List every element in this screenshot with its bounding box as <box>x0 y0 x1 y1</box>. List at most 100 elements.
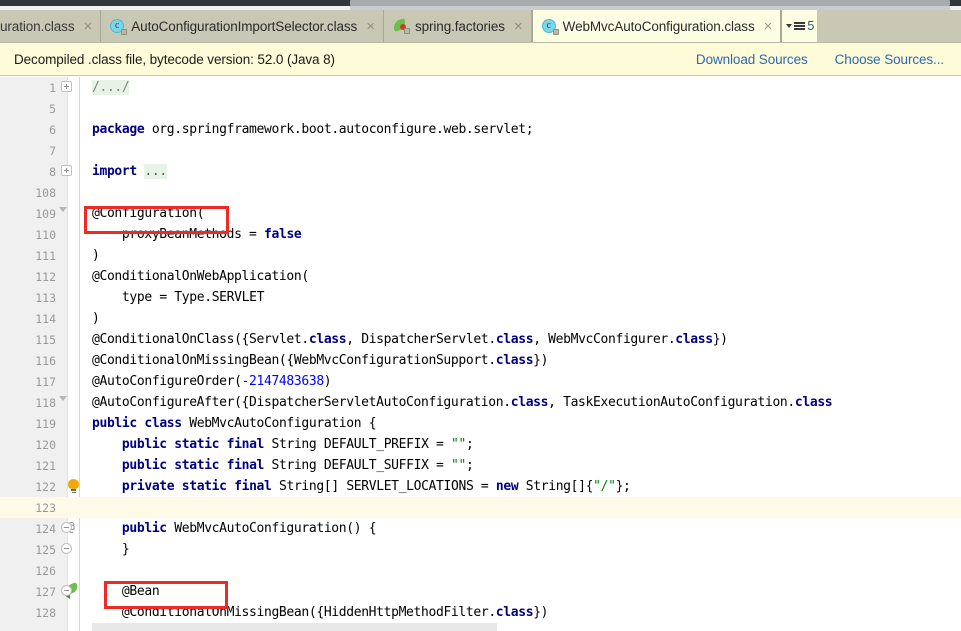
gutter-icon-slot[interactable] <box>56 224 92 245</box>
code-line[interactable]: 5 <box>0 98 961 119</box>
fold-collapse-icon[interactable] <box>61 585 72 596</box>
code-text[interactable]: @AutoConfigureAfter({DispatcherServletAu… <box>92 395 833 410</box>
gutter-icon-slot[interactable] <box>56 602 92 623</box>
code-line[interactable]: 111) <box>0 245 961 266</box>
close-icon[interactable]: × <box>365 19 376 34</box>
code-line[interactable]: 116 @ConditionalOnMissingBean({WebMvcConf… <box>0 350 961 371</box>
fold-expand-icon[interactable] <box>61 165 72 176</box>
code-line[interactable]: 122 private static final String[] SERVLE… <box>0 476 961 497</box>
code-line[interactable]: 121 public static final String DEFAULT_S… <box>0 455 961 476</box>
fold-collapse-icon[interactable] <box>61 522 72 533</box>
code-line[interactable]: 115 @ConditionalOnClass({Servlet.class, D… <box>0 329 961 350</box>
code-text[interactable]: public class WebMvcAutoConfiguration { <box>92 416 377 431</box>
code-line[interactable]: 117 @AutoConfigureOrder(-2147483638) <box>0 371 961 392</box>
line-number: 110 <box>35 227 56 242</box>
gutter-icon-slot[interactable] <box>56 329 92 350</box>
fold-expand-icon[interactable] <box>61 81 72 92</box>
gutter-icon-slot[interactable] <box>56 350 92 371</box>
download-sources-link[interactable]: Download Sources <box>696 52 808 67</box>
gutter-icon-slot[interactable] <box>56 287 92 308</box>
code-editor[interactable]: 1 /.../ 5 6 package org.springframework.boot… <box>0 77 961 631</box>
gutter-icon-slot[interactable] <box>56 392 92 413</box>
code-text[interactable]: import ... <box>92 164 167 179</box>
close-icon[interactable]: × <box>763 19 774 34</box>
gutter-icon-slot[interactable] <box>56 140 92 161</box>
gutter-icon-slot[interactable] <box>56 455 92 476</box>
code-text[interactable]: @AutoConfigureOrder(-2147483638) <box>92 374 332 389</box>
code-line[interactable]: 128 @ConditionalOnMissingBean({HiddenHtt… <box>0 602 961 623</box>
code-line[interactable]: 118 @AutoConfigureAfter({DispatcherServle… <box>0 392 961 413</box>
code-text[interactable]: @ConditionalOnMissingBean({WebMvcConfigu… <box>92 353 549 368</box>
code-line[interactable]: 7 <box>0 140 961 161</box>
editor-tab-webmvcautoconfiguration[interactable]: c WebMvcAutoConfiguration.class × <box>531 10 782 42</box>
close-icon[interactable]: × <box>513 19 524 34</box>
gutter-icon-slot[interactable] <box>56 245 92 266</box>
code-line[interactable]: 124@ public WebMvcAutoConfiguration() { <box>0 518 961 539</box>
code-text[interactable]: @Bean <box>92 584 160 599</box>
line-number: 109 <box>35 206 56 221</box>
code-line[interactable]: 8 import ... <box>0 161 961 182</box>
editor-tab-autoconfigurationimportselector[interactable]: c AutoConfigurationImportSelector.class … <box>101 10 384 42</box>
code-text[interactable]: @ConditionalOnClass({Servlet.class, Disp… <box>92 332 728 347</box>
gutter-icon-slot[interactable] <box>56 413 92 434</box>
code-text[interactable]: package org.springframework.boot.autocon… <box>92 122 534 137</box>
code-text[interactable]: @ConditionalOnWebApplication( <box>92 269 309 284</box>
fold-collapse-icon[interactable] <box>61 543 72 554</box>
code-text[interactable]: } <box>92 542 130 557</box>
code-line[interactable]: 6 package org.springframework.boot.autoco… <box>0 119 961 140</box>
code-line[interactable]: 126 <box>0 560 961 581</box>
code-line[interactable]: 1 /.../ <box>0 77 961 98</box>
code-line[interactable]: 113 type = Type.SERVLET <box>0 287 961 308</box>
code-line[interactable]: 108 <box>0 182 961 203</box>
code-line[interactable]: 120 public static final String DEFAULT_P… <box>0 434 961 455</box>
fold-collapse-icon[interactable] <box>59 207 67 212</box>
bulb-icon[interactable] <box>68 479 79 494</box>
code-text[interactable]: type = Type.SERVLET <box>92 290 264 305</box>
line-number: 111 <box>35 248 56 263</box>
code-text[interactable]: public static final String DEFAULT_PREFI… <box>92 437 474 452</box>
code-line[interactable]: 112 @ConditionalOnWebApplication( <box>0 266 961 287</box>
gutter-icon-slot[interactable] <box>56 560 92 581</box>
gutter-icon-slot[interactable] <box>56 539 92 560</box>
code-text[interactable]: @Configuration( <box>92 206 205 221</box>
gutter-icon-slot[interactable] <box>56 371 92 392</box>
choose-sources-link[interactable]: Choose Sources... <box>835 52 944 67</box>
code-line[interactable]: 114) <box>0 308 961 329</box>
editor-tab-partial[interactable]: uration.class × <box>0 10 102 42</box>
editor-tab-spring-factories[interactable]: spring.factories × <box>383 10 532 42</box>
tab-overflow-count: 5 <box>807 19 815 33</box>
close-icon[interactable]: × <box>83 19 94 34</box>
code-text[interactable]: public static final String DEFAULT_SUFFI… <box>92 458 474 473</box>
code-text[interactable]: /.../ <box>92 80 130 95</box>
class-file-icon: c <box>541 18 559 35</box>
gutter-icon-slot[interactable] <box>56 77 92 98</box>
code-text[interactable]: @ConditionalOnMissingBean({HiddenHttpMet… <box>92 605 549 620</box>
gutter-icon-slot[interactable] <box>56 581 92 602</box>
gutter-icon-slot[interactable] <box>56 308 92 329</box>
gutter-icon-slot[interactable] <box>56 434 92 455</box>
code-line[interactable]: 119 public class WebMvcAutoConfiguration … <box>0 413 961 434</box>
gutter-icon-slot[interactable]: @ <box>56 518 92 539</box>
code-line[interactable]: 109 @Configuration( <box>0 203 961 224</box>
code-text[interactable]: ) <box>92 311 100 326</box>
tab-overflow-button[interactable]: 5 <box>781 10 818 42</box>
code-text[interactable]: ) <box>92 248 100 263</box>
gutter-icon-slot[interactable] <box>56 98 92 119</box>
spring-factories-icon <box>391 18 410 34</box>
code-line[interactable]: 127 @Bean <box>0 581 961 602</box>
code-line[interactable]: 110 proxyBeanMethods = false <box>0 224 961 245</box>
code-text[interactable]: public WebMvcAutoConfiguration() { <box>92 521 377 536</box>
code-line[interactable]: 125 } <box>0 539 961 560</box>
editor-tab-label: uration.class <box>0 18 75 34</box>
gutter-icon-slot[interactable] <box>56 476 92 497</box>
gutter-icon-slot[interactable] <box>56 497 92 518</box>
code-line[interactable]: 123 <box>0 497 961 518</box>
gutter-icon-slot[interactable] <box>56 266 92 287</box>
gutter-icon-slot[interactable] <box>56 203 92 224</box>
code-text[interactable]: proxyBeanMethods = false <box>92 227 302 242</box>
fold-collapse-icon[interactable] <box>59 396 67 401</box>
gutter-icon-slot[interactable] <box>56 119 92 140</box>
gutter-icon-slot[interactable] <box>56 161 92 182</box>
gutter-icon-slot[interactable] <box>56 182 92 203</box>
code-text[interactable]: private static final String[] SERVLET_LO… <box>92 479 631 494</box>
